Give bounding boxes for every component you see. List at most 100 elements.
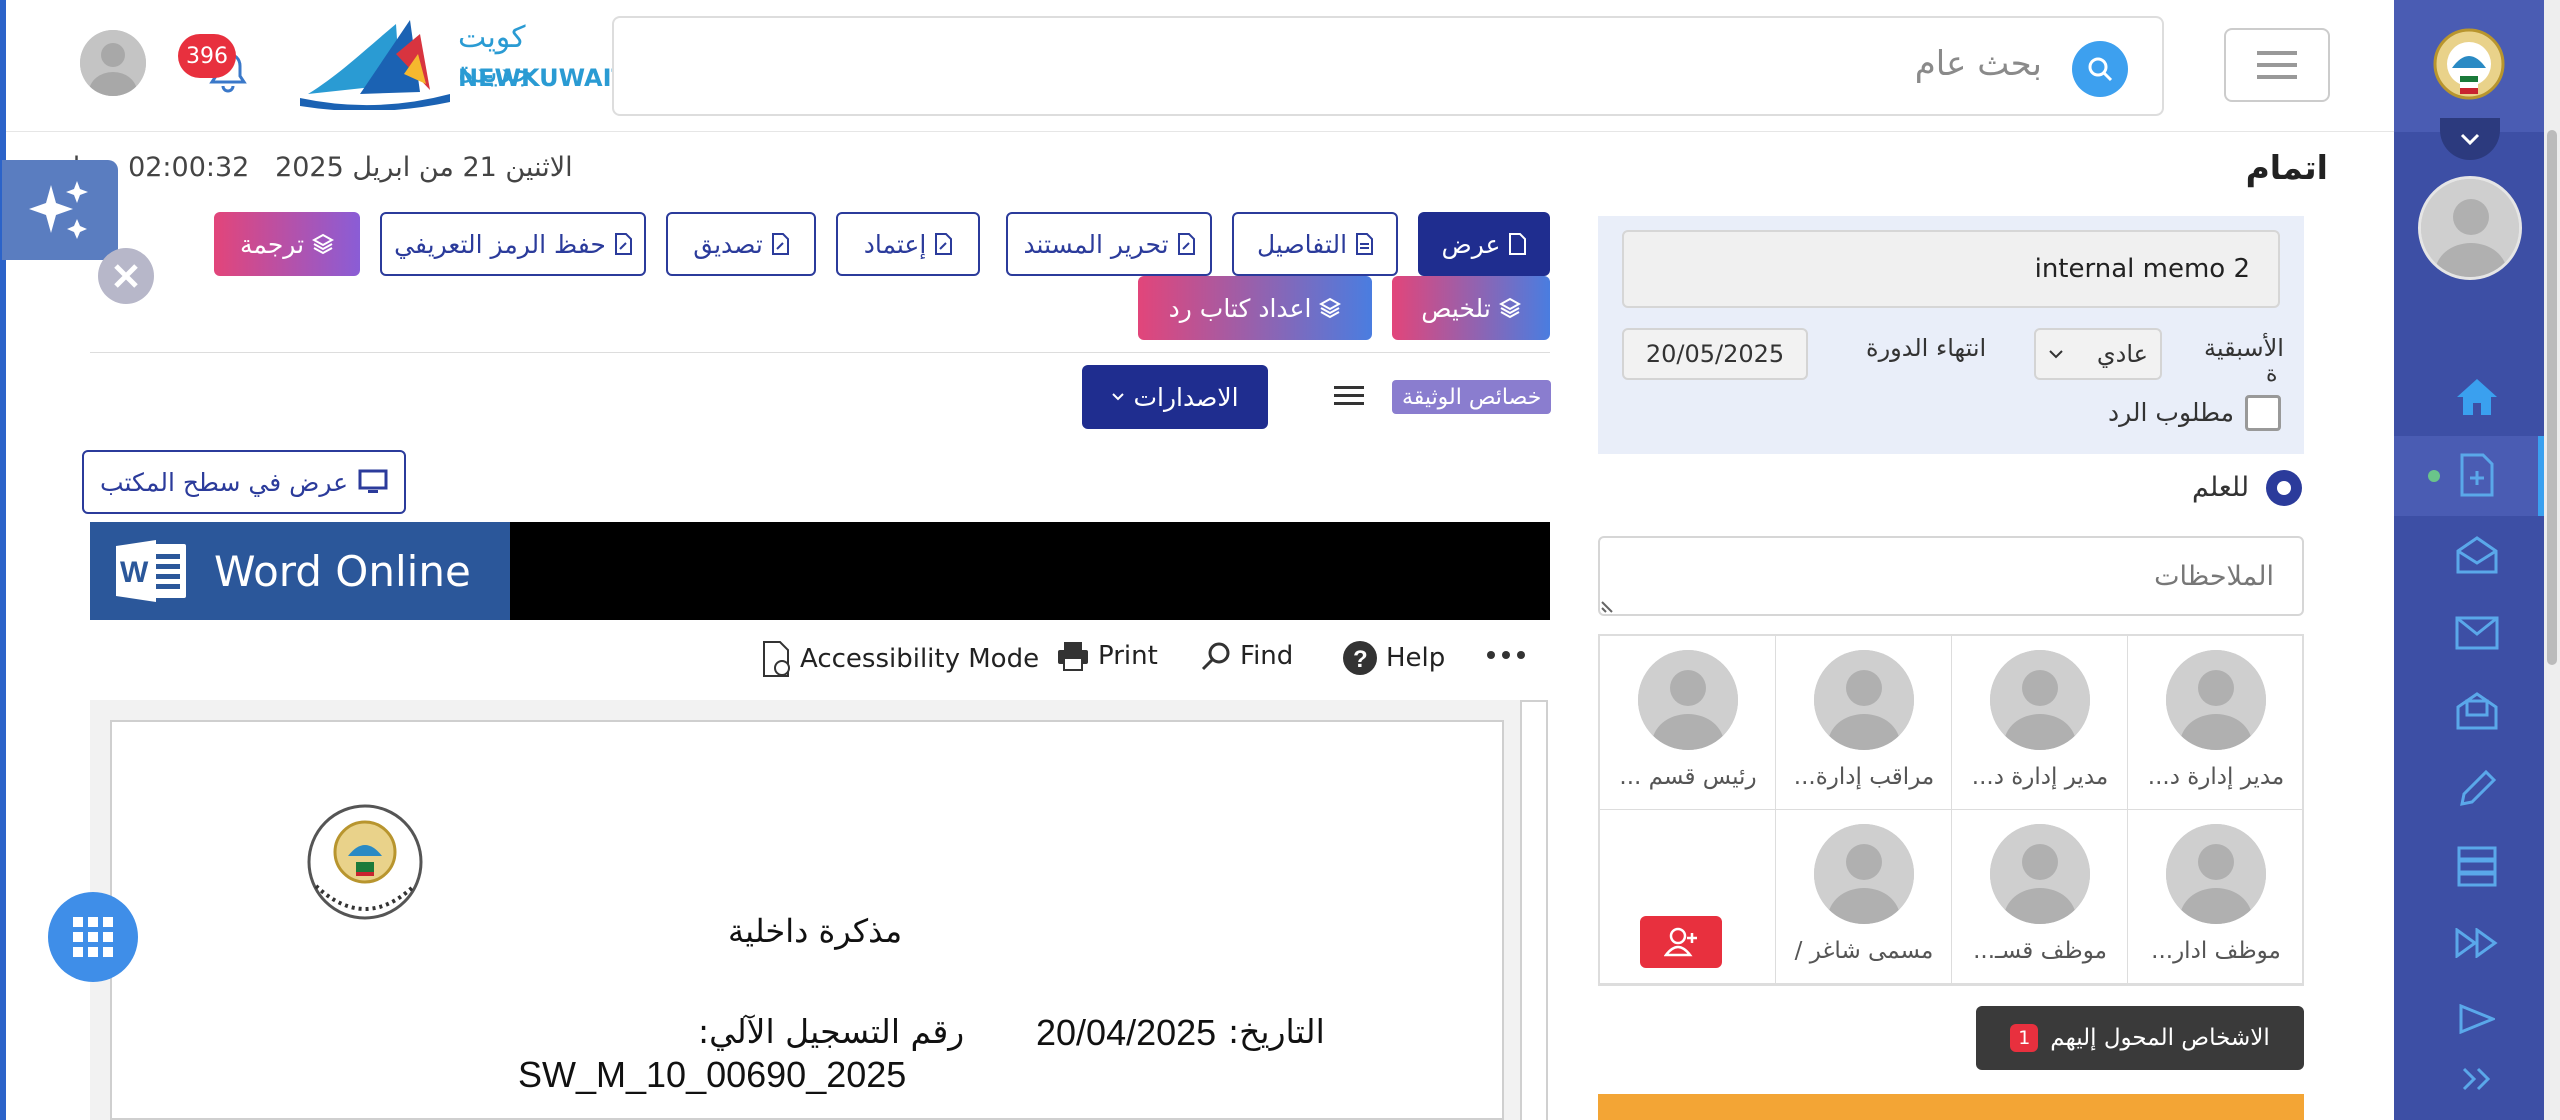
apps-grid-icon[interactable] (48, 892, 138, 982)
rail-user-avatar[interactable] (2418, 176, 2522, 280)
registration-number-value: SW_M_10_00690_2025 (518, 1054, 907, 1095)
more-options-icon[interactable] (1486, 650, 1526, 660)
recipient-card[interactable]: مدير إدارة د... (2128, 636, 2304, 810)
inbox-archive-icon[interactable] (2452, 686, 2502, 736)
recipient-name: مسمى شاغر / (1794, 938, 1934, 964)
for-info-radio[interactable] (2266, 470, 2302, 506)
find-label: Find (1240, 641, 1294, 671)
forwarded-count-badge: 1 (2010, 1024, 2039, 1052)
recipient-card[interactable]: مسمى شاغر / (1776, 810, 1952, 984)
logo-text-en: NEWKUWAIT (458, 64, 628, 92)
open-in-desktop-button[interactable]: عرض في سطح المكتب (82, 450, 406, 514)
forwarded-people-button[interactable]: الاشخاص المحول إليهم 1 (1976, 1006, 2304, 1070)
orange-section-header[interactable] (1598, 1094, 2304, 1120)
recipient-name: موظف قسـ... (1973, 938, 2107, 964)
recipient-avatar (2166, 650, 2266, 750)
translate-label: ترجمة (239, 229, 305, 259)
forwarded-label: الاشخاص المحول إليهم (2050, 1025, 2270, 1051)
memo-heading: مذكرة داخلية (728, 912, 903, 950)
word-logo-icon: W (116, 538, 188, 604)
divider (90, 352, 1550, 353)
close-panel-icon[interactable] (98, 248, 154, 304)
document-scrollbar[interactable] (1520, 700, 1548, 1120)
recipient-avatar (1638, 650, 1738, 750)
edit-document-button[interactable]: تحرير المستند (1006, 212, 1212, 276)
certify-button[interactable]: تصديق (666, 212, 816, 276)
ai-cube-icon (1498, 297, 1521, 319)
ai-assistant-button[interactable] (2, 160, 118, 260)
accessibility-doc-icon (762, 640, 792, 678)
user-avatar[interactable] (80, 30, 146, 96)
reply-required-label: مطلوب الرد (2108, 398, 2235, 427)
recipient-card[interactable]: مراقب إدارة... (1776, 636, 1952, 810)
page-scrollbar[interactable] (2544, 0, 2560, 1120)
help-button[interactable]: ? Help (1342, 640, 1445, 676)
memo-title-field[interactable]: internal memo 2 (1622, 230, 2280, 308)
fast-forward-icon[interactable] (2452, 918, 2502, 968)
open-envelope-icon[interactable] (2452, 530, 2502, 580)
for-info-label: للعلم (2192, 472, 2250, 503)
priority-select[interactable]: عادي (2034, 328, 2162, 380)
versions-label: الاصدارات (1133, 382, 1239, 412)
accessibility-mode-button[interactable]: Accessibility Mode (762, 640, 1039, 678)
svg-text:?: ? (1353, 646, 1368, 673)
summarize-label: تلخيص (1421, 293, 1491, 323)
mail-icon[interactable] (2452, 608, 2502, 658)
recipient-name: موظف ادار... (2151, 938, 2281, 964)
recipient-name: رئيس قسم ... (1619, 764, 1757, 790)
recipient-card[interactable]: موظف ادار... (2128, 810, 2304, 984)
prepare-reply-button[interactable]: اعداد كتاب رد (1138, 276, 1372, 340)
document-page: مذكرة داخلية التاريخ: 20/04/2025 رقم الت… (110, 720, 1504, 1120)
find-button[interactable]: Find (1200, 640, 1293, 672)
kuwait-emblem (2430, 24, 2508, 112)
versions-dropdown[interactable]: الاصدارات (1082, 365, 1268, 429)
printer-icon (1056, 640, 1090, 672)
save-id-code-button[interactable]: حفظ الرمز التعريفي (380, 212, 646, 276)
active-dot (2428, 470, 2440, 482)
view-button[interactable]: عرض (1418, 212, 1550, 276)
print-button[interactable]: Print (1056, 640, 1158, 672)
edit-document-label: تحرير المستند (1023, 229, 1169, 259)
recipient-card[interactable]: رئيس قسم ... (1600, 636, 1776, 810)
list-menu-icon[interactable] (1334, 384, 1364, 408)
expand-rail-icon[interactable] (2452, 1054, 2502, 1104)
recipient-card[interactable]: مدير إدارة د... (1952, 636, 2128, 810)
new-document-icon[interactable] (2452, 450, 2502, 500)
recipient-card[interactable]: موظف قسـ... (1952, 810, 2128, 984)
cycle-end-label-wrap: ة (2266, 362, 2278, 387)
date-time: الاثنين 21 من ابريل 2025 02:00:32 مساء (60, 152, 573, 183)
document-date-label: التاريخ: (1228, 1012, 1325, 1051)
word-online-header: W Word Online (90, 522, 1550, 620)
accessibility-label: Accessibility Mode (800, 644, 1040, 674)
chevron-down-icon (2048, 349, 2064, 359)
summarize-button[interactable]: تلخيص (1392, 276, 1550, 340)
search-icon[interactable] (2072, 41, 2128, 97)
approve-label: إعتماد (863, 229, 927, 259)
notes-field[interactable]: الملاحظات (1598, 536, 2304, 616)
registration-number-label: رقم التسجيل الآلي: (698, 1012, 965, 1051)
recipient-name: مدير إدارة د... (1971, 764, 2109, 790)
cycle-end-date-field[interactable]: 20/05/2025 (1622, 328, 1808, 380)
approve-button[interactable]: إعتماد (836, 212, 980, 276)
new-kuwait-logo: كويت جديدة NEWKUWAIT (300, 14, 628, 110)
global-search[interactable]: بحث عام (612, 16, 2164, 116)
reply-required-checkbox[interactable] (2245, 395, 2281, 431)
recipient-avatar (1814, 650, 1914, 750)
pencil-icon[interactable] (2452, 764, 2502, 814)
translate-button[interactable]: ترجمة (214, 212, 360, 276)
file-check-icon (771, 233, 789, 255)
view-label: عرض (1441, 229, 1501, 259)
menu-toggle-button[interactable] (2224, 28, 2330, 102)
prepare-reply-label: اعداد كتاب رد (1168, 293, 1312, 323)
priority-label: الأسبقية (2204, 334, 2284, 362)
play-icon[interactable] (2452, 994, 2502, 1044)
home-icon[interactable] (2452, 372, 2502, 422)
recipient-avatar (2166, 824, 2266, 924)
notification-badge: 396 (178, 34, 236, 78)
server-icon[interactable] (2452, 842, 2502, 892)
file-text-icon (1355, 233, 1374, 255)
document-properties-tag[interactable]: خصائص الوثيقة (1392, 380, 1552, 414)
resize-handle-icon[interactable] (1600, 598, 1616, 614)
add-recipient-button[interactable] (1640, 916, 1722, 968)
details-button[interactable]: التفاصيل (1232, 212, 1398, 276)
